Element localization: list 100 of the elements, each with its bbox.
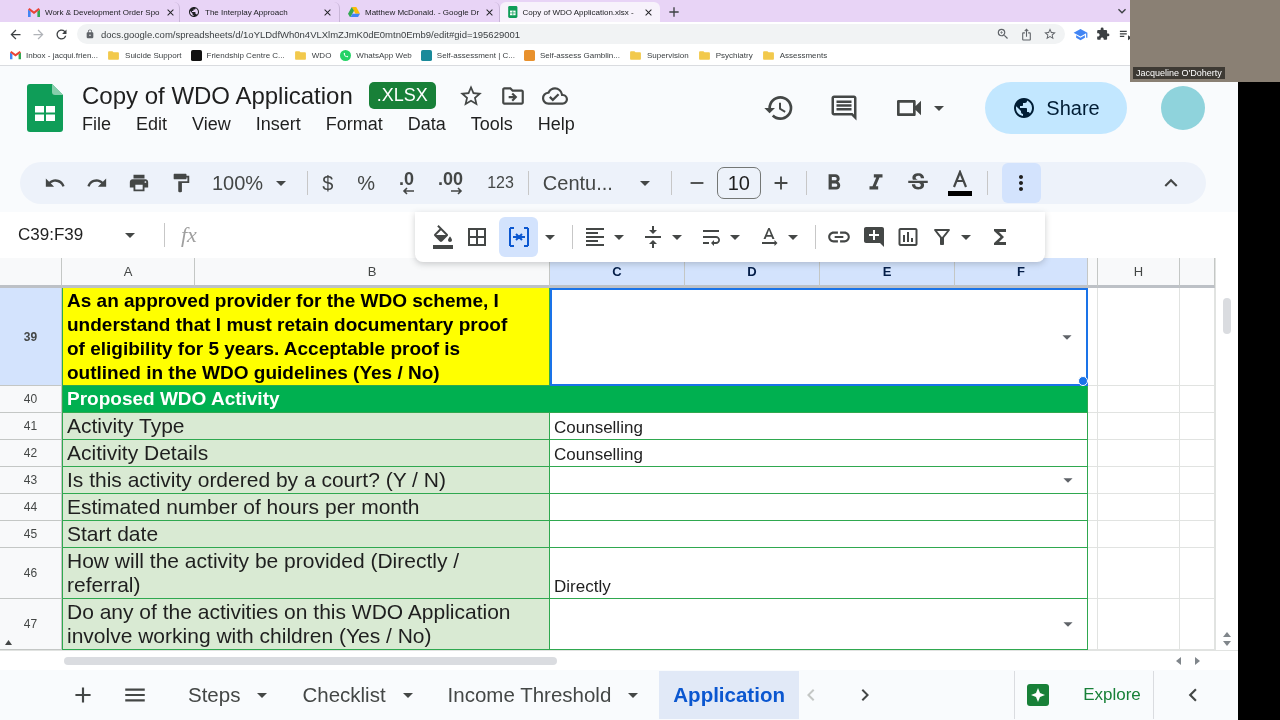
- formula-label: fx: [181, 222, 197, 248]
- sheet-tab[interactable]: Checklist: [288, 671, 434, 719]
- globe-icon: [188, 6, 200, 18]
- value-cell[interactable]: [550, 494, 1088, 521]
- sheet-tab[interactable]: Application: [659, 671, 799, 719]
- decrease-decimals-button[interactable]: .0: [399, 171, 415, 195]
- bookmark[interactable]: Friendship Centre C...: [190, 50, 285, 61]
- chart-icon[interactable]: [896, 225, 920, 249]
- value-cell[interactable]: Counselling: [550, 413, 1088, 440]
- value-cell[interactable]: [550, 288, 1088, 386]
- folder-icon: [293, 49, 307, 62]
- corner-cell[interactable]: [0, 258, 62, 288]
- print-icon[interactable]: [128, 172, 150, 194]
- triangle-icon: [5, 640, 12, 645]
- text-color-icon[interactable]: [946, 170, 973, 196]
- menu-item[interactable]: Data: [407, 113, 446, 135]
- folder-icon: [628, 49, 642, 62]
- share-button[interactable]: Share: [985, 82, 1127, 134]
- bookmark[interactable]: WDO: [293, 49, 332, 62]
- column-header[interactable]: F: [955, 258, 1088, 288]
- share-icon[interactable]: [1020, 27, 1033, 41]
- scroll-down-icon[interactable]: [1222, 641, 1231, 646]
- row-header[interactable]: 46: [0, 548, 62, 599]
- font-size-field[interactable]: 10: [716, 167, 761, 199]
- name-box[interactable]: C39:F39: [18, 225, 112, 245]
- number-format-button[interactable]: 123: [487, 174, 514, 192]
- menu-item[interactable]: Insert: [255, 113, 301, 135]
- font-select[interactable]: Centu...: [542, 171, 657, 195]
- folder-icon: [761, 49, 775, 62]
- bookmark[interactable]: Self-assess Gamblin...: [523, 50, 620, 61]
- address-field[interactable]: docs.google.com/spreadsheets/d/1oYLDdfWh0n4VLXlmZJmK0dE0mtn0Emb9/edit#gid=195629001: [77, 24, 1065, 44]
- scroll-thumb[interactable]: [1222, 298, 1231, 334]
- sheet-tab[interactable]: Steps: [174, 671, 289, 719]
- new-tab-icon[interactable]: [666, 4, 682, 20]
- explore-button[interactable]: Explore: [1014, 671, 1154, 719]
- mail-icon: [28, 7, 40, 17]
- scroll-right-icon[interactable]: [1195, 656, 1200, 665]
- value-cell[interactable]: [550, 467, 1088, 494]
- row-header[interactable]: 47: [0, 599, 62, 650]
- menu-item[interactable]: View: [192, 113, 231, 135]
- percent-button[interactable]: %: [357, 171, 376, 195]
- label-cell: As an approved provider for the WDO scheme, I understand that I must retain documentary proof of eligibility for 5 years. Acceptable proof is outlined in the WDO guidelines (Yes / No): [62, 288, 550, 386]
- bookmark[interactable]: Suicide Support: [107, 49, 182, 62]
- column-header[interactable]: A: [62, 258, 195, 288]
- star-icon[interactable]: [1043, 27, 1057, 41]
- bookmark[interactable]: Self-assessment | C...: [420, 50, 515, 61]
- row-header[interactable]: 40: [0, 386, 62, 413]
- label-cell: Estimated number of hours per month: [62, 494, 550, 521]
- row-header[interactable]: 42: [0, 440, 62, 467]
- label-cell: Start date: [62, 521, 550, 548]
- browser-tab[interactable]: Copy of WDO Application.xlsx -: [500, 2, 660, 22]
- row-header[interactable]: 44: [0, 494, 62, 521]
- merge-cells-icon[interactable]: [506, 225, 531, 249]
- spreadsheet-logo-icon[interactable]: [27, 84, 63, 132]
- merge-button[interactable]: [499, 217, 538, 257]
- fill-color-icon[interactable]: [431, 225, 455, 249]
- chat-bubble-icon: [340, 50, 352, 61]
- graduation-cap-icon[interactable]: [1073, 26, 1088, 42]
- bookmark[interactable]: Supervision: [628, 49, 689, 62]
- puzzle-icon[interactable]: [1096, 27, 1110, 41]
- zoom-icon[interactable]: [996, 27, 1010, 41]
- increase-decimals-button[interactable]: .00: [438, 171, 464, 195]
- label-cell: Is this activity ordered by a court? (Y / N): [62, 467, 550, 494]
- label-cell: Acitivity Details: [62, 440, 550, 467]
- lock-icon: [85, 29, 95, 39]
- bookmark[interactable]: Assessments: [761, 49, 828, 62]
- bookmark[interactable]: Inbox - jacqui.frien...: [10, 51, 99, 60]
- scroll-up-icon[interactable]: [1222, 632, 1231, 637]
- zoom-select[interactable]: 100%: [212, 171, 294, 195]
- column-header[interactable]: H: [1098, 258, 1180, 288]
- row-header[interactable]: 41: [0, 413, 62, 440]
- menu-item[interactable]: File: [82, 113, 111, 135]
- add-comment-icon[interactable]: [862, 225, 886, 249]
- more-button[interactable]: [1001, 163, 1041, 203]
- value-cell[interactable]: [550, 599, 1088, 650]
- bookmark[interactable]: WhatsApp Web: [340, 50, 412, 61]
- bookmark[interactable]: Psychiatry: [697, 49, 753, 62]
- sheet-tab[interactable]: Income Threshold: [433, 671, 660, 719]
- document-title[interactable]: Copy of WDO Application: [82, 81, 353, 110]
- borders-icon[interactable]: [465, 225, 489, 249]
- folder-icon: [107, 49, 121, 62]
- scroll-thumb[interactable]: [64, 656, 557, 665]
- menu-item[interactable]: Edit: [136, 113, 168, 135]
- row-header[interactable]: 45: [0, 521, 62, 548]
- scroll-left-icon[interactable]: [1176, 656, 1181, 665]
- row-header[interactable]: 39: [0, 288, 62, 386]
- menu-item[interactable]: Tools: [470, 113, 513, 135]
- value-cell[interactable]: [550, 521, 1088, 548]
- currency-button[interactable]: $: [322, 171, 334, 195]
- folder-icon: [697, 49, 711, 62]
- comment-icon[interactable]: [829, 93, 859, 123]
- menu-item[interactable]: Format: [325, 113, 383, 135]
- value-cell[interactable]: Counselling: [550, 440, 1088, 467]
- align-left-icon[interactable]: [583, 225, 607, 249]
- participant-name: Jacqueline O'Doherty: [1133, 67, 1225, 79]
- value-cell[interactable]: Directly: [550, 548, 1088, 599]
- menu-item[interactable]: Help: [537, 113, 575, 135]
- row-header[interactable]: 43: [0, 467, 62, 494]
- label-cell: Activity Type: [62, 413, 550, 440]
- column-header[interactable]: B: [195, 258, 550, 288]
